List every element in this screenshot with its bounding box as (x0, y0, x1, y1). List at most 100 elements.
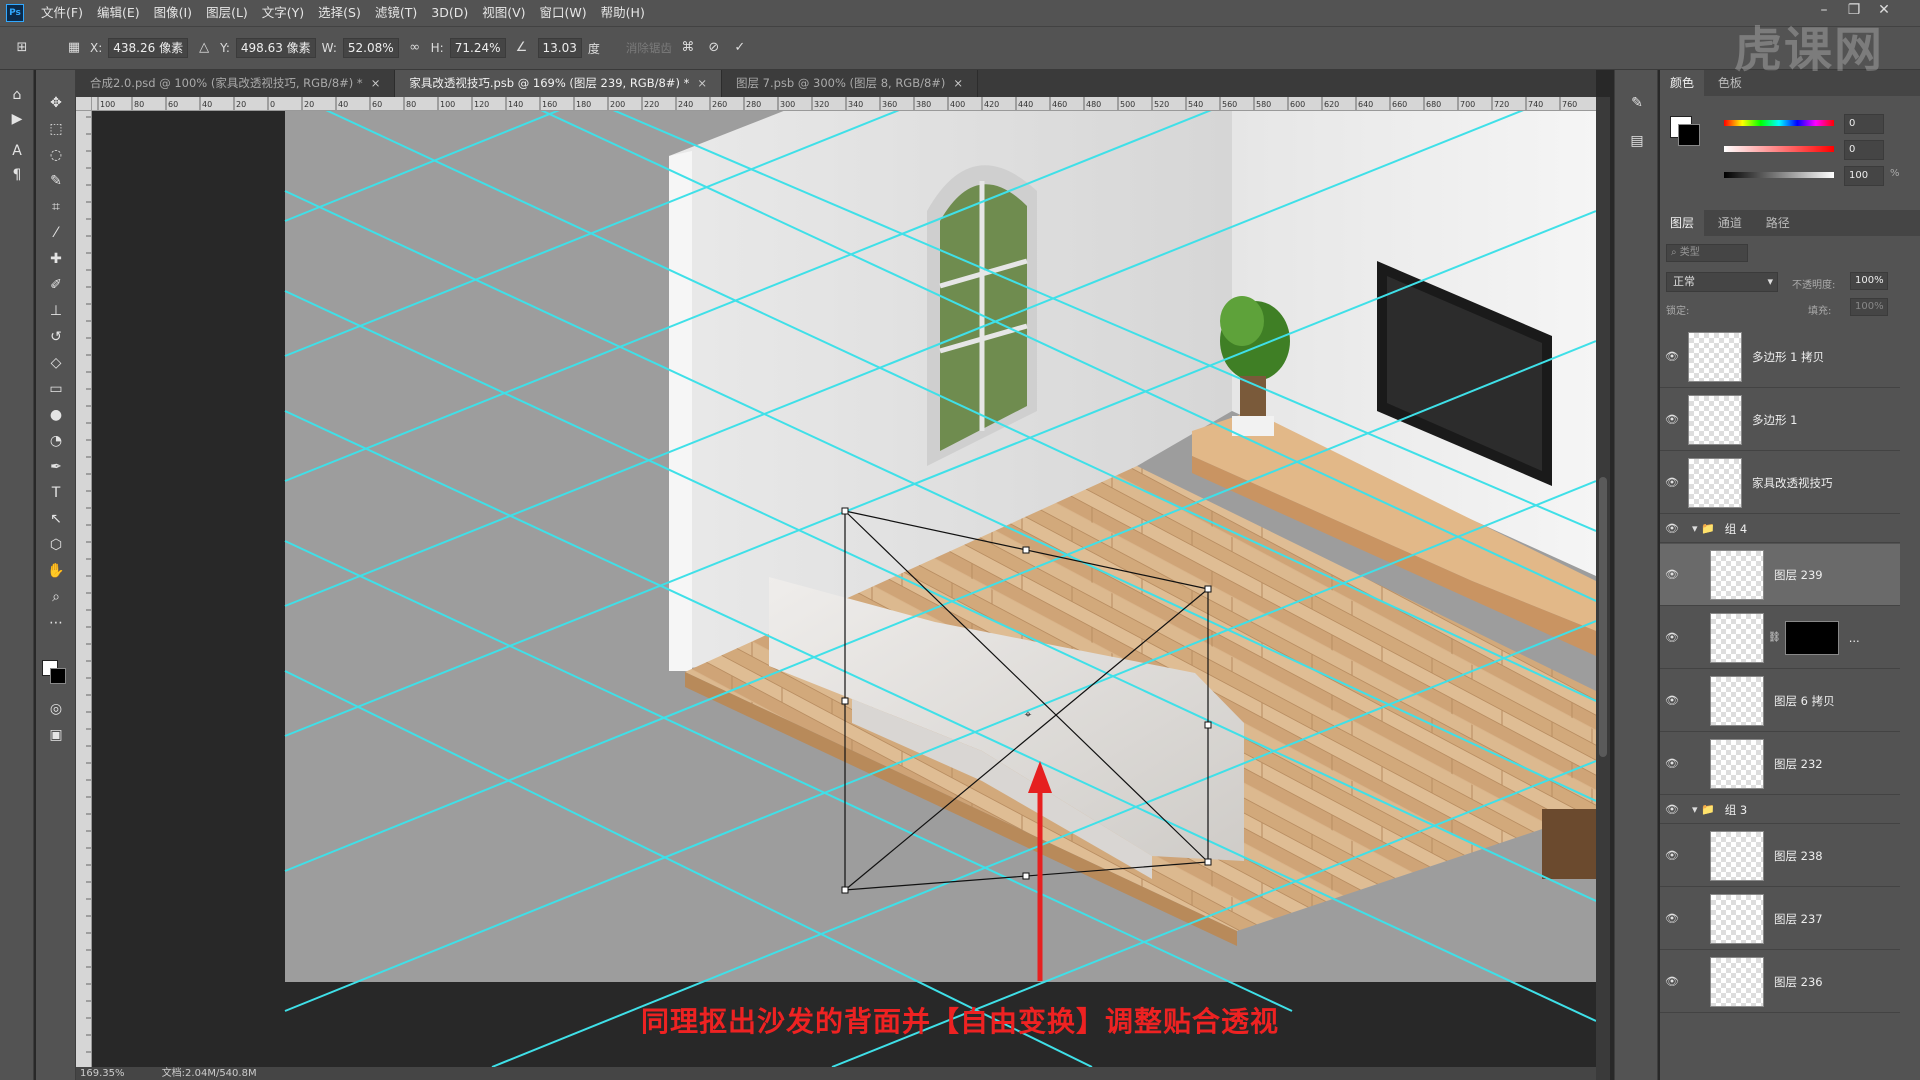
visibility-eye-icon[interactable]: 👁 (1660, 849, 1684, 862)
healing-brush-tool-icon[interactable]: ✚ (44, 248, 68, 270)
history-icon[interactable]: ⌂ (5, 84, 29, 106)
relative-position-icon[interactable]: △ (194, 38, 214, 58)
link-icon[interactable]: ∞ (405, 38, 425, 58)
layer-thumbnail[interactable] (1688, 331, 1742, 382)
menu-item-1[interactable]: 编辑(E) (90, 0, 147, 26)
tab-paths[interactable]: 路径 (1756, 210, 1800, 236)
layer-row[interactable]: 👁 多边形 1 (1660, 389, 1900, 451)
layer-name[interactable]: 组 3 (1725, 802, 1747, 818)
reference-point-icon[interactable]: ▦ (64, 38, 84, 58)
tab-color[interactable]: 颜色 (1660, 70, 1705, 96)
visibility-eye-icon[interactable]: 👁 (1660, 975, 1684, 988)
layer-name[interactable]: 图层 237 (1774, 911, 1823, 927)
opacity-field[interactable]: 100% (1850, 272, 1888, 290)
gradient-tool-icon[interactable]: ▭ (44, 378, 68, 400)
dodge-tool-icon[interactable]: ◔ (44, 430, 68, 452)
layer-thumbnail[interactable] (1710, 549, 1764, 600)
close-icon[interactable]: × (371, 76, 381, 90)
brush-settings-icon[interactable]: ✎ (1625, 92, 1649, 114)
layer-row[interactable]: 👁 图层 232 (1660, 733, 1900, 795)
menu-item-6[interactable]: 滤镜(T) (368, 0, 424, 26)
stamp-tool-icon[interactable]: ⊥ (44, 300, 68, 322)
quick-select-tool-icon[interactable]: ✎ (44, 170, 68, 192)
layer-row[interactable]: 👁 图层 239 (1660, 544, 1900, 606)
zoom-level[interactable]: 169.35% (80, 1068, 125, 1079)
shape-tool-icon[interactable]: ⬡ (44, 534, 68, 556)
menu-item-10[interactable]: 帮助(H) (594, 0, 652, 26)
layer-thumbnail[interactable] (1710, 956, 1764, 1007)
more-tools-icon[interactable]: ⋯ (44, 612, 68, 634)
crop-tool-icon[interactable]: ⌗ (44, 196, 68, 218)
type-tool-icon[interactable]: T (44, 482, 68, 504)
layer-row[interactable]: 👁 ⛓... (1660, 607, 1900, 669)
saturation-field[interactable]: 0 (1844, 140, 1884, 160)
layer-name[interactable]: 图层 238 (1774, 848, 1823, 864)
fill-field[interactable]: 100% (1850, 298, 1888, 316)
layer-name[interactable]: 家具改透视技巧 (1752, 475, 1833, 491)
properties-icon[interactable]: ▤ (1625, 130, 1649, 152)
hand-tool-icon[interactable]: ✋ (44, 560, 68, 582)
tab-document-2[interactable]: 家具改透视技巧.psb @ 169% (图层 239, RGB/8#) * × (395, 70, 722, 97)
layer-thumbnail[interactable] (1710, 893, 1764, 944)
move-tool-preset-icon[interactable]: ⊞ (12, 38, 32, 58)
layer-row[interactable]: 👁 家具改透视技巧 (1660, 452, 1900, 514)
layer-row[interactable]: 👁 图层 6 拷贝 (1660, 670, 1900, 732)
layer-thumbnail[interactable] (1710, 675, 1764, 726)
layer-thumbnail[interactable] (1710, 830, 1764, 881)
saturation-slider[interactable] (1724, 146, 1834, 152)
folder-icon[interactable]: ▾ 📁 (1692, 522, 1715, 535)
tab-channels[interactable]: 通道 (1708, 210, 1752, 236)
menu-item-3[interactable]: 图层(L) (199, 0, 255, 26)
layer-thumbnail[interactable] (1688, 394, 1742, 445)
layer-name[interactable]: 图层 6 拷贝 (1774, 693, 1835, 709)
scrollbar-thumb[interactable] (1599, 477, 1607, 757)
warp-mode-icon[interactable]: ⌘ (678, 38, 698, 58)
layer-name[interactable]: 图层 236 (1774, 974, 1823, 990)
visibility-eye-icon[interactable]: 👁 (1660, 413, 1684, 426)
lasso-tool-icon[interactable]: ◌ (44, 144, 68, 166)
x-field[interactable]: 438.26 像素 (108, 38, 189, 58)
layer-name[interactable]: 图层 239 (1774, 567, 1823, 583)
folder-icon[interactable]: ▾ 📁 (1692, 803, 1715, 816)
visibility-eye-icon[interactable]: 👁 (1660, 476, 1684, 489)
mask-link-icon[interactable]: ⛓ (1768, 632, 1781, 643)
layer-group-row[interactable]: 👁 ▾ 📁 组 4 (1660, 515, 1900, 543)
close-icon[interactable]: × (697, 76, 707, 90)
character-icon[interactable]: A (5, 140, 29, 162)
layer-name[interactable]: 组 4 (1725, 521, 1747, 537)
canvas-area[interactable]: ⌖ (92, 0, 1597, 1068)
visibility-eye-icon[interactable]: 👁 (1660, 350, 1684, 363)
blend-mode-select[interactable]: 正常 ▾ (1666, 272, 1778, 292)
brightness-slider[interactable] (1724, 172, 1834, 178)
marquee-tool-icon[interactable]: ⬚ (44, 118, 68, 140)
layer-mask-thumbnail[interactable] (1784, 620, 1839, 655)
layer-filter-input[interactable]: ⌕ 类型 (1666, 244, 1748, 262)
menu-item-2[interactable]: 图像(I) (147, 0, 199, 26)
visibility-eye-icon[interactable]: 👁 (1660, 912, 1684, 925)
screen-mode-icon[interactable]: ▣ (44, 724, 68, 746)
visibility-eye-icon[interactable]: 👁 (1660, 631, 1684, 644)
y-field[interactable]: 498.63 像素 (235, 38, 316, 58)
tab-layers[interactable]: 图层 (1660, 210, 1705, 236)
layer-row[interactable]: 👁 图层 237 (1660, 888, 1900, 950)
menu-item-9[interactable]: 窗口(W) (533, 0, 594, 26)
vertical-scrollbar[interactable] (1596, 97, 1610, 1080)
hue-slider[interactable] (1724, 120, 1834, 126)
hue-field[interactable]: 0 (1844, 114, 1884, 134)
cancel-transform-icon[interactable]: ⊘ (704, 38, 724, 58)
layer-name[interactable]: 图层 232 (1774, 756, 1823, 772)
menu-item-0[interactable]: 文件(F) (34, 0, 90, 26)
quick-mask-icon[interactable]: ◎ (44, 698, 68, 720)
layer-thumbnail[interactable] (1688, 457, 1742, 508)
interpolation-checkbox[interactable]: 消除锯齿 (626, 40, 672, 56)
blur-tool-icon[interactable]: ● (44, 404, 68, 426)
layer-name[interactable]: 多边形 1 拷贝 (1752, 349, 1824, 365)
transform-center-icon[interactable]: ⌖ (1025, 707, 1032, 721)
tab-document-3[interactable]: 图层 7.psb @ 300% (图层 8, RGB/8#) × (721, 70, 979, 97)
menu-item-4[interactable]: 文字(Y) (255, 0, 311, 26)
width-field[interactable]: 52.08% (342, 38, 399, 58)
close-icon[interactable]: × (953, 76, 963, 90)
tab-document-1[interactable]: 合成2.0.psd @ 100% (家具改透视技巧, RGB/8#) * × (76, 70, 396, 97)
layer-group-row[interactable]: 👁 ▾ 📁 组 3 (1660, 796, 1900, 824)
path-select-tool-icon[interactable]: ↖ (44, 508, 68, 530)
